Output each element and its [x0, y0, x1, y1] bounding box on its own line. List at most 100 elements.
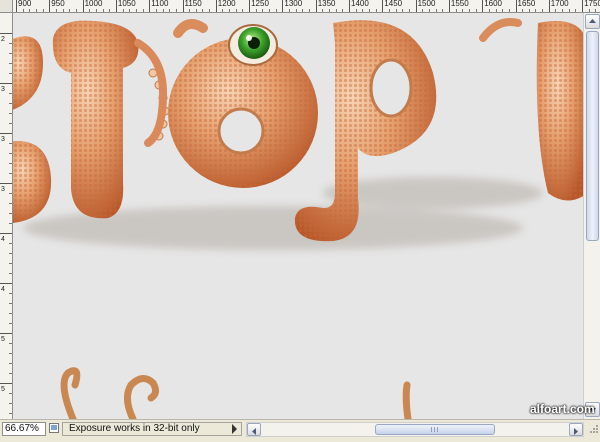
ruler-minor-tick	[22, 9, 24, 12]
ruler-major-tick	[548, 0, 550, 12]
ruler-tick-label: 1400	[351, 0, 369, 8]
ruler-minor-tick	[555, 9, 557, 12]
ruler-tick-label: 950	[51, 0, 65, 8]
vertical-scroll-thumb[interactable]	[586, 31, 599, 241]
ruler-minor-tick	[522, 9, 524, 12]
ruler-tick-label: 1250	[251, 0, 269, 8]
ruler-minor-tick	[322, 9, 324, 12]
ruler-major-tick	[215, 0, 217, 12]
ruler-minor-tick	[62, 9, 64, 12]
ruler-minor-tick	[342, 9, 344, 12]
ruler-minor-tick	[169, 9, 171, 12]
ruler-minor-tick	[375, 9, 377, 12]
letter-s	[13, 36, 52, 223]
ruler-major-tick	[0, 233, 12, 234]
ruler-minor-tick	[535, 9, 537, 12]
ruler-major-tick	[315, 0, 317, 12]
ruler-minor-tick	[202, 9, 204, 12]
ruler-minor-tick	[9, 53, 12, 54]
ruler-minor-tick	[508, 9, 510, 12]
ruler-minor-tick	[195, 9, 197, 12]
ruler-tick-label: 1600	[484, 0, 502, 8]
ruler-major-tick	[182, 0, 184, 12]
status-message[interactable]: Exposure works in 32-bit only	[62, 422, 242, 436]
ruler-minor-tick	[9, 123, 12, 124]
ruler-minor-tick	[75, 9, 77, 12]
ruler-minor-tick	[9, 373, 12, 374]
ruler-major-tick	[0, 383, 12, 384]
horizontal-scrollbar[interactable]: III	[246, 422, 584, 437]
zoom-level-field[interactable]: 66.67%	[2, 422, 46, 436]
ruler-minor-tick	[155, 9, 157, 12]
left-ruler[interactable]: 2 3 3 3 4 4 5 5	[0, 13, 13, 419]
ruler-tick-label: 1100	[151, 0, 169, 8]
ruler-minor-tick	[189, 9, 191, 12]
ruler-minor-tick	[502, 9, 504, 12]
ruler-major-tick	[349, 0, 350, 12]
ruler-major-tick	[16, 0, 17, 12]
ruler-tick-label: 2	[1, 36, 5, 43]
ruler-minor-tick	[9, 323, 12, 324]
ruler-major-tick	[0, 283, 12, 284]
ruler-origin[interactable]	[0, 0, 13, 13]
ruler-minor-tick	[135, 9, 137, 12]
arrow-up-icon	[589, 19, 596, 23]
ruler-minor-tick	[95, 9, 97, 12]
ruler-major-tick	[0, 133, 12, 134]
vertical-scrollbar[interactable]	[583, 13, 600, 419]
ruler-minor-tick	[9, 73, 12, 74]
ruler-tick-label: 4	[1, 286, 5, 293]
octopus-text-artwork	[13, 18, 583, 419]
ruler-major-tick	[382, 0, 384, 12]
scroll-grip: III	[430, 427, 440, 434]
ruler-minor-tick	[9, 253, 12, 254]
ruler-minor-tick	[9, 43, 12, 44]
ruler-minor-tick	[9, 63, 12, 64]
ruler-minor-tick	[9, 393, 12, 394]
scroll-left-button[interactable]	[247, 423, 261, 436]
ruler-minor-tick	[9, 413, 12, 414]
ruler-minor-tick	[9, 113, 12, 114]
ruler-minor-tick	[302, 9, 304, 12]
ruler-tick-label: 1550	[450, 0, 469, 8]
ruler-major-tick	[482, 0, 484, 12]
ruler-major-tick	[515, 0, 517, 12]
ruler-minor-tick	[462, 9, 464, 12]
scroll-up-button[interactable]	[585, 14, 600, 29]
ruler-minor-tick	[9, 173, 12, 174]
navigator-icon[interactable]	[49, 423, 59, 433]
ruler-tick-label: 4	[1, 236, 5, 243]
letter-partial-right	[479, 18, 583, 201]
document-canvas[interactable]	[13, 13, 583, 419]
ruler-minor-tick	[435, 9, 437, 12]
ruler-minor-tick	[402, 9, 404, 12]
ruler-minor-tick	[9, 163, 12, 164]
ruler-minor-tick	[55, 9, 57, 12]
ruler-tick-label: 1000	[84, 0, 103, 8]
scroll-right-button[interactable]	[569, 423, 583, 436]
ruler-major-tick	[0, 333, 12, 334]
ruler-minor-tick	[9, 143, 12, 144]
top-ruler[interactable]: 900 950 1000 1050 1100 1150 1200 1250 1300 1350 14…	[0, 0, 600, 13]
ruler-minor-tick	[229, 9, 231, 12]
ruler-minor-tick	[575, 9, 577, 12]
ruler-minor-tick	[422, 9, 424, 12]
ruler-tick-label: 1700	[550, 0, 569, 8]
ruler-minor-tick	[9, 303, 12, 304]
letter-t	[52, 20, 170, 219]
ruler-minor-tick	[388, 9, 390, 12]
ruler-tick-label: 1150	[184, 0, 202, 8]
ruler-minor-tick	[9, 153, 12, 154]
ruler-tick-label: 5	[1, 386, 5, 393]
ruler-minor-tick	[9, 293, 12, 294]
arrow-left-icon	[252, 428, 256, 435]
ruler-minor-tick	[9, 363, 12, 364]
ruler-tick-label: 1650	[517, 0, 536, 8]
resize-grip-icon[interactable]	[585, 422, 600, 437]
ruler-minor-tick	[122, 9, 124, 12]
status-menu-arrow-icon[interactable]	[232, 424, 237, 434]
ruler-minor-tick	[9, 223, 12, 224]
ruler-minor-tick	[408, 9, 410, 12]
ruler-minor-tick	[488, 9, 490, 12]
horizontal-scroll-thumb[interactable]: III	[375, 424, 495, 435]
